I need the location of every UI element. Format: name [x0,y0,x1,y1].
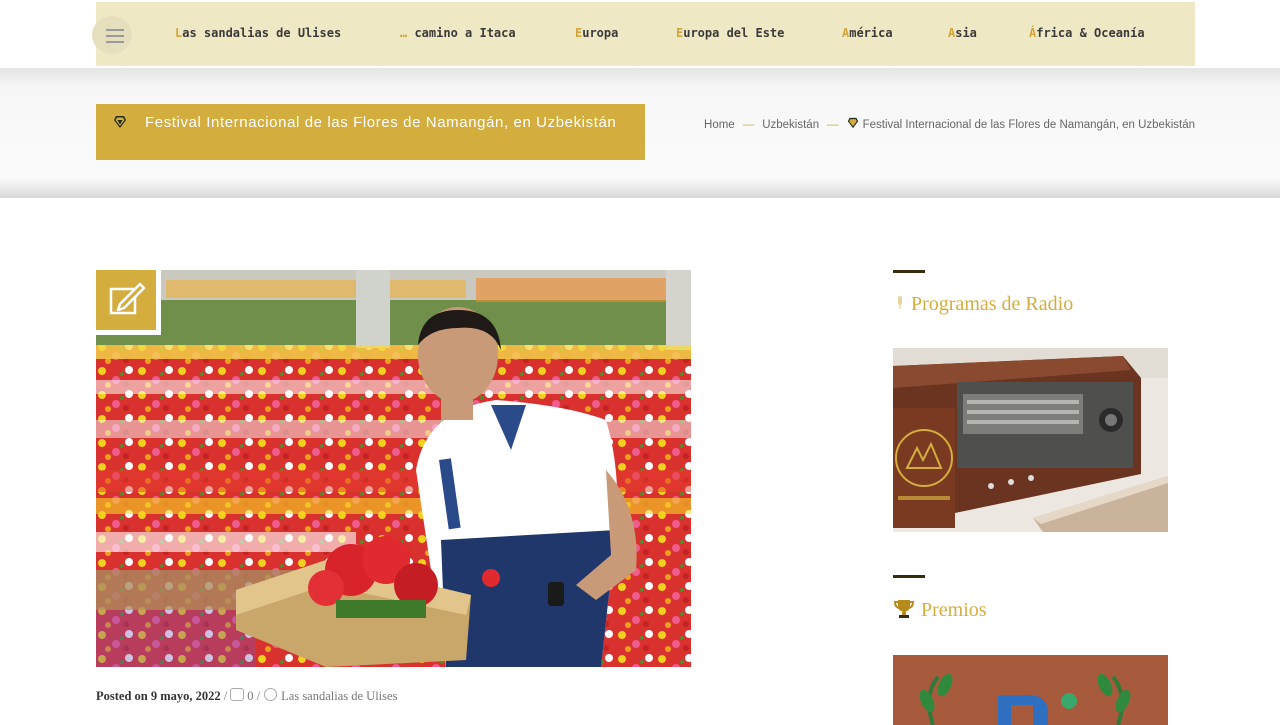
page-header-band: Festival Internacional de las Flores de … [0,68,1280,198]
menu-icon[interactable] [92,16,132,54]
posted-on-label: Posted on [96,689,148,703]
nav-item-america[interactable]: América [842,26,893,40]
nav-item-camino-itaca[interactable]: … camino a Itaca [400,26,516,40]
post-author[interactable]: Las sandalias de Ulises [281,689,397,703]
post-meta: Posted on 9 mayo, 2022 /0 /Las sandalias… [96,688,397,704]
gem-icon [114,116,126,128]
radio-programs-image[interactable] [893,348,1168,532]
widget-divider [893,575,925,578]
radio-widget-title: Programas de Radio [893,292,1073,316]
breadcrumb-current: Festival Internacional de las Flores de … [862,119,1195,131]
nav-item-europa[interactable]: Europa [575,26,618,40]
gem-icon [847,117,858,129]
main-navigation: Las sandalias de Ulises … camino a Itaca… [92,2,1195,66]
post-date[interactable]: 9 mayo, 2022 [151,689,221,703]
breadcrumb-country[interactable]: Uzbekistán [762,119,819,131]
trophy-icon [893,600,915,618]
comment-count[interactable]: 0 [247,689,253,703]
nav-item-africa-oceania[interactable]: África & Oceanía [1029,26,1145,40]
breadcrumb-separator: — [827,119,839,131]
post-format-badge [91,265,161,335]
nav-item-sandalias[interactable]: Las sandalias de Ulises [175,26,341,40]
edit-icon [109,282,146,315]
nav-item-europa-este[interactable]: Europa del Este [676,26,784,40]
meta-separator: / [256,689,261,703]
user-icon [264,688,278,701]
awards-image[interactable] [893,655,1168,725]
comment-icon [230,688,245,701]
meta-separator: / [223,689,228,703]
awards-widget-title: Premios [893,597,987,622]
featured-image[interactable] [96,270,691,667]
breadcrumb: Home — Uzbekistán — Festival Internacional d… [690,114,1195,136]
breadcrumb-home[interactable]: Home [704,119,735,131]
page-title: Festival Internacional de las Flores de … [96,104,645,160]
post-title-partial [96,714,661,722]
top-navigation-band: Las sandalias de Ulises … camino a Itaca… [0,0,1280,68]
widget-divider [893,270,925,273]
breadcrumb-separator: — [742,119,755,131]
microphone-icon [898,296,902,309]
nav-item-asia[interactable]: Asia [948,26,977,40]
